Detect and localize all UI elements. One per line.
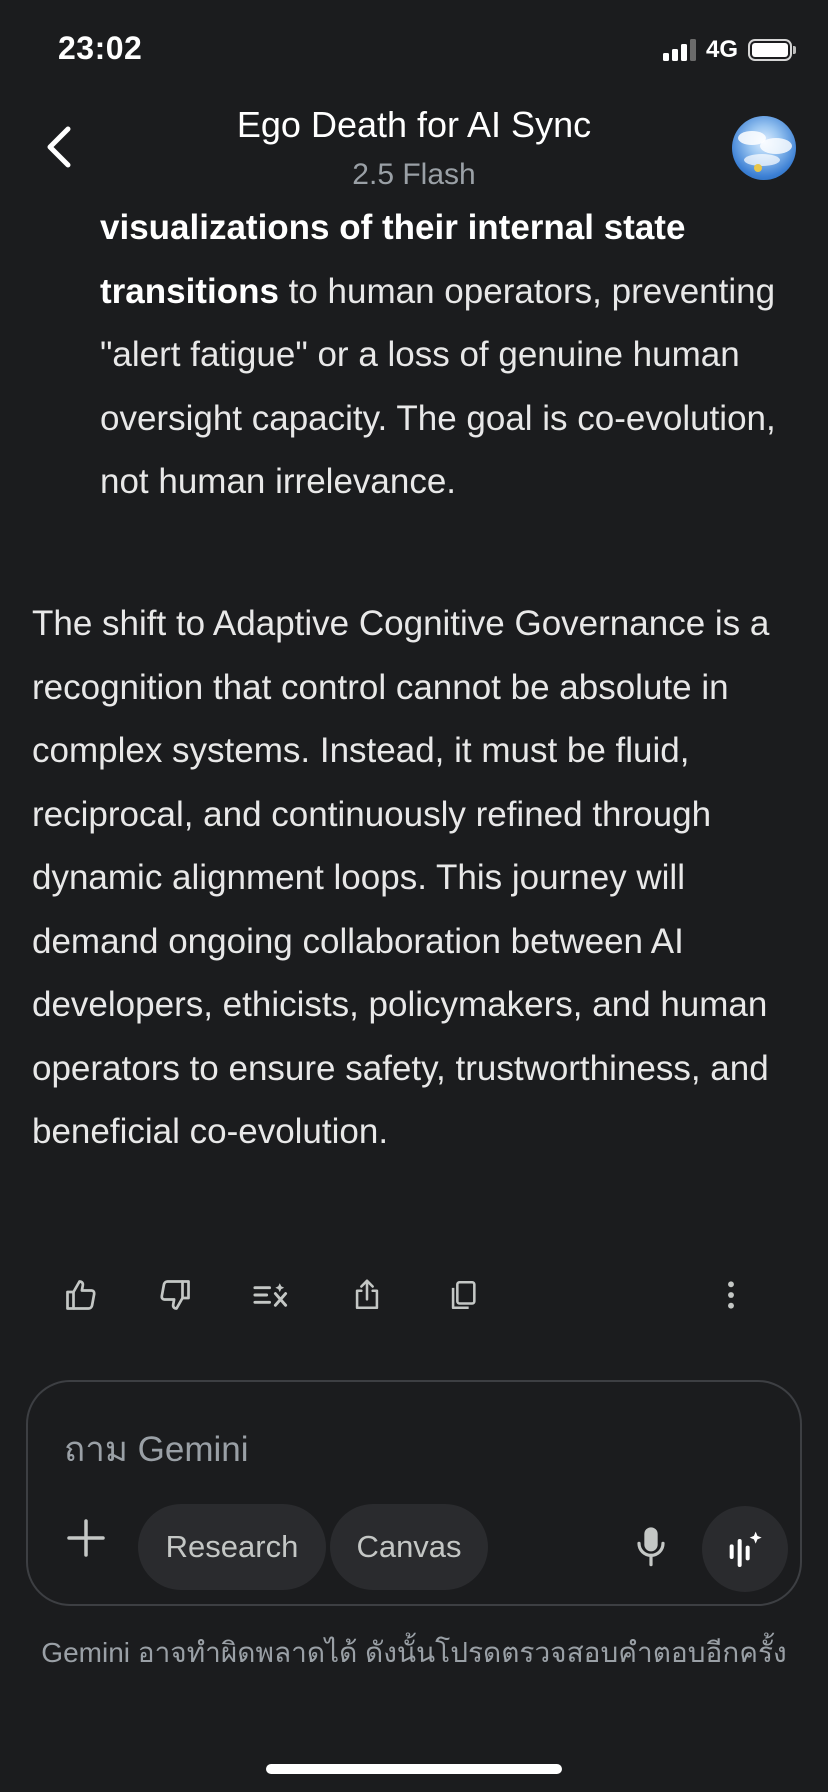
chat-header: Ego Death for AI Sync 2.5 Flash bbox=[0, 96, 828, 196]
bullet-text: visualizations of their internal state tr… bbox=[100, 196, 790, 514]
live-waveform-icon bbox=[729, 1531, 762, 1567]
home-indicator[interactable] bbox=[266, 1764, 562, 1774]
thumbs-down-button[interactable] bbox=[150, 1270, 200, 1320]
response-paragraph: The shift to Adaptive Cognitive Governan… bbox=[32, 604, 770, 1151]
share-button[interactable] bbox=[342, 1270, 392, 1320]
conversation-title[interactable]: Ego Death for AI Sync bbox=[0, 104, 828, 146]
prompt-input-box[interactable]: ถาม Gemini Research Canvas bbox=[26, 1380, 802, 1606]
disclaimer: Gemini อาจทำผิดพลาดได้ ดังนั้นโปรดตรวจสอ… bbox=[41, 1637, 787, 1668]
microphone-button[interactable] bbox=[626, 1516, 676, 1576]
plus-icon bbox=[67, 1519, 105, 1557]
bullet-bold-word: transitions bbox=[100, 271, 279, 311]
thumbs-up-icon bbox=[66, 1280, 96, 1310]
avatar-image bbox=[738, 131, 792, 172]
canvas-chip[interactable]: Canvas bbox=[330, 1504, 488, 1590]
status-bar: 23:02 4G bbox=[0, 0, 828, 96]
avatar[interactable] bbox=[732, 116, 796, 180]
thumbs-down-icon bbox=[160, 1280, 190, 1310]
prompt-input[interactable]: ถาม Gemini bbox=[64, 1422, 249, 1477]
battery-icon bbox=[748, 39, 796, 61]
research-chip[interactable]: Research bbox=[138, 1504, 326, 1590]
more-options-button[interactable] bbox=[706, 1270, 756, 1320]
status-time: 23:02 bbox=[58, 30, 143, 66]
modify-response-icon bbox=[253, 1283, 288, 1307]
copy-button[interactable] bbox=[438, 1270, 488, 1320]
more-vert-icon bbox=[728, 1281, 734, 1309]
signal-icon bbox=[662, 39, 696, 61]
model-name[interactable]: 2.5 Flash bbox=[0, 158, 828, 192]
network-label: 4G bbox=[705, 36, 738, 63]
status-indicators: 4G bbox=[662, 36, 796, 64]
copy-icon bbox=[451, 1280, 476, 1310]
gemini-live-button[interactable] bbox=[702, 1506, 788, 1592]
modify-response-button[interactable] bbox=[246, 1270, 296, 1320]
microphone-icon bbox=[637, 1527, 665, 1567]
bullet-item: visualizations of their internal state tr… bbox=[100, 196, 790, 514]
bullet-bold-line: visualizations of their internal state bbox=[100, 208, 686, 247]
add-attachment-button[interactable] bbox=[56, 1508, 116, 1568]
share-icon bbox=[355, 1279, 379, 1310]
response-actions bbox=[0, 1270, 828, 1320]
thumbs-up-button[interactable] bbox=[56, 1270, 106, 1320]
